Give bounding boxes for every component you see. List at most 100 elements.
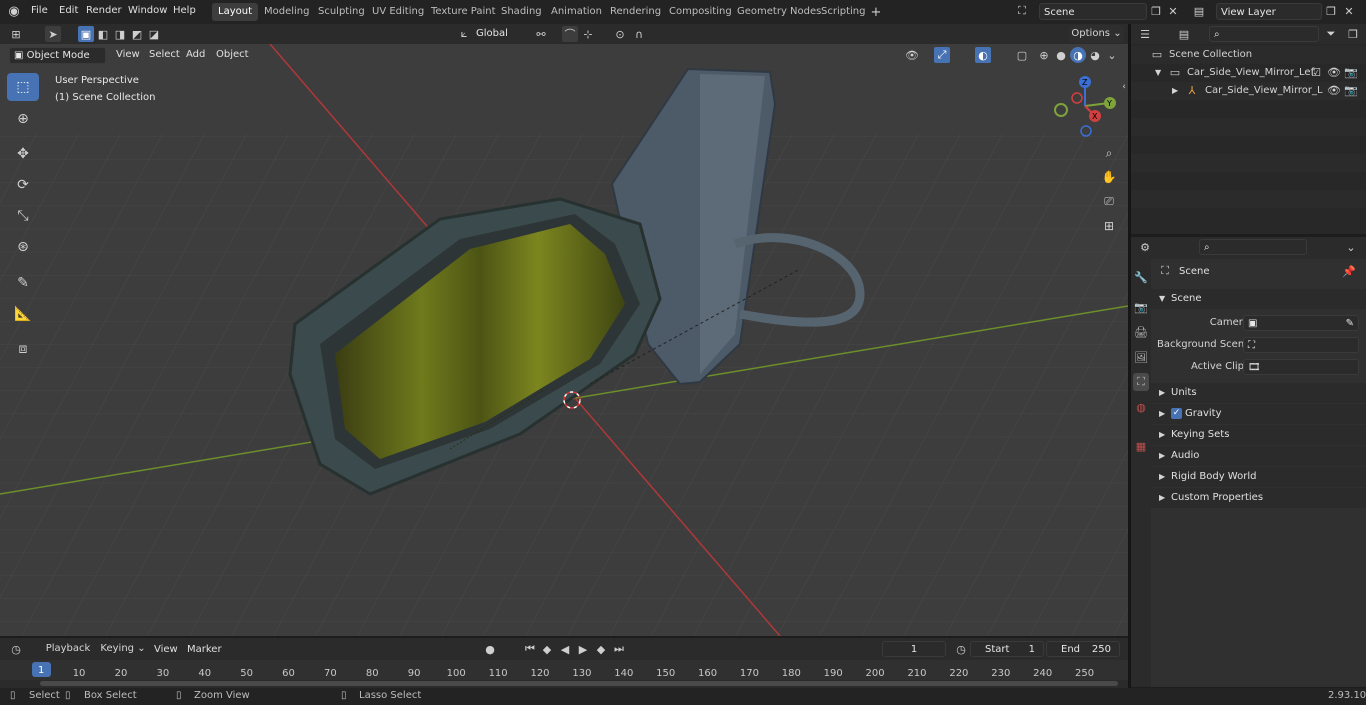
select-mode-subtract-icon[interactable]: ◨ <box>112 26 128 42</box>
jump-keyframe-back-icon[interactable]: ◆ <box>539 641 555 657</box>
tool-cursor-icon[interactable]: ⊕ <box>7 105 39 133</box>
select-mode-invert-icon[interactable]: ◩ <box>129 26 145 42</box>
viewport-menu-add[interactable]: Add <box>182 44 209 66</box>
collection-checkbox-icon[interactable]: ☑ <box>1308 65 1324 81</box>
timeline-marker-menu[interactable]: Marker <box>183 639 226 661</box>
world-properties-tab-icon[interactable]: ◍ <box>1133 398 1149 416</box>
navigation-gizmo[interactable]: Z Y X <box>1054 76 1116 137</box>
menu-render[interactable]: Render <box>82 0 126 22</box>
outliner-row-scene-collection[interactable]: ▭ Scene Collection <box>1131 46 1366 64</box>
viewport-menu-select[interactable]: Select <box>145 44 184 66</box>
outliner-row-object[interactable]: ▶ ⅄ Car_Side_View_Mirror_Le 👁 📷 <box>1131 82 1366 100</box>
jump-start-icon[interactable]: ⏮ <box>522 641 538 657</box>
select-mode-new-icon[interactable]: ▣ <box>78 26 94 42</box>
gizmo-toggle-icon[interactable]: ⤢ <box>934 47 950 63</box>
shading-wireframe-icon[interactable]: ⊕ <box>1036 47 1052 63</box>
tool-select-box-icon[interactable]: ⬚ <box>7 73 39 101</box>
proportional-edit-icon[interactable]: ⊙ <box>612 26 628 42</box>
tab-geometry-nodes[interactable]: Geometry Nodes <box>731 3 827 21</box>
remove-view-layer-icon[interactable]: ✕ <box>1341 3 1357 19</box>
rigid-body-panel-header[interactable]: ▶ Rigid Body World <box>1151 467 1366 487</box>
start-frame-field[interactable]: Start 1 <box>970 641 1044 657</box>
menu-help[interactable]: Help <box>169 0 200 22</box>
texture-properties-tab-icon[interactable]: ▦ <box>1133 437 1149 455</box>
perspective-toggle-icon[interactable]: ⊞ <box>1100 217 1118 235</box>
gizmo-neg-y-icon[interactable] <box>1054 103 1068 117</box>
new-view-layer-icon[interactable]: ❐ <box>1323 3 1339 19</box>
area-divider[interactable] <box>1128 24 1131 688</box>
tool-scale-icon[interactable]: ⤡ <box>7 202 39 230</box>
3d-viewport[interactable]: Z Y X ▣ Object Mode View Select Add Obje… <box>0 44 1128 636</box>
pivot-icon[interactable]: ⚯ <box>533 26 549 42</box>
properties-options-icon[interactable]: ⌄ <box>1343 239 1359 255</box>
overlay-toggle-icon[interactable]: ◐ <box>975 47 991 63</box>
timeline-editor-icon[interactable]: ◷ <box>8 641 24 657</box>
shading-rendered-icon[interactable]: ◕ <box>1087 47 1103 63</box>
play-icon[interactable]: ▶ <box>575 641 591 657</box>
options-button[interactable]: Options ⌄ <box>1069 25 1124 43</box>
sidebar-toggle-icon[interactable]: ‹ <box>1116 79 1128 95</box>
menu-file[interactable]: File <box>27 0 52 22</box>
tab-modeling[interactable]: Modeling <box>258 3 316 21</box>
gravity-panel-header[interactable]: ▶ ✓ Gravity <box>1151 404 1366 424</box>
jump-end-icon[interactable]: ⏭ <box>611 641 627 657</box>
viewport-menu-object[interactable]: Object <box>212 44 253 66</box>
custom-properties-panel-header[interactable]: ▶ Custom Properties <box>1151 488 1366 508</box>
timeline-scrollbar[interactable] <box>40 681 1118 686</box>
viewport-canvas[interactable]: Z Y X <box>0 44 1128 636</box>
scene-name-field[interactable]: Scene <box>1039 3 1147 20</box>
tab-uv-editing[interactable]: UV Editing <box>366 3 430 21</box>
object-render-icon[interactable]: 📷 <box>1343 83 1359 99</box>
select-tool-icon[interactable]: ➤ <box>45 26 61 42</box>
view-layer-properties-tab-icon[interactable]: 🖼 <box>1133 348 1149 366</box>
eyedropper-icon[interactable]: ✎ <box>1346 316 1354 332</box>
outliner-editor-icon[interactable]: ☰ <box>1137 26 1153 42</box>
object-visibility-icon[interactable]: 👁 <box>1326 83 1342 99</box>
units-panel-header[interactable]: ▶ Units <box>1151 383 1366 403</box>
tool-properties-tab-icon[interactable]: 🔧 <box>1133 268 1149 286</box>
gravity-checkbox[interactable]: ✓ <box>1171 408 1182 419</box>
remove-scene-icon[interactable]: ✕ <box>1165 3 1181 19</box>
add-workspace-icon[interactable]: + <box>868 4 884 20</box>
tool-rotate-icon[interactable]: ⟳ <box>7 171 39 199</box>
shading-material-icon[interactable]: ◑ <box>1070 47 1086 63</box>
audio-panel-header[interactable]: ▶ Audio <box>1151 446 1366 466</box>
visibility-icon[interactable]: 👁 <box>904 47 920 63</box>
snap-target-icon[interactable]: ⊹ <box>580 26 596 42</box>
orientation-dropdown[interactable]: Global <box>472 26 524 42</box>
collapse-arrow-icon[interactable]: ▶ <box>1172 82 1178 100</box>
tab-compositing[interactable]: Compositing <box>663 3 738 21</box>
blender-logo-icon[interactable]: ◉ <box>6 3 22 19</box>
timeline-view-menu[interactable]: View <box>150 639 182 661</box>
render-properties-tab-icon[interactable]: 📷 <box>1133 298 1149 316</box>
tool-annotate-icon[interactable]: ✎ <box>7 269 39 297</box>
current-frame-field[interactable]: 1 <box>882 641 946 657</box>
select-mode-extend-icon[interactable]: ◧ <box>95 26 111 42</box>
end-frame-field[interactable]: End 250 <box>1046 641 1120 657</box>
collection-visibility-icon[interactable]: 👁 <box>1326 65 1342 81</box>
tool-measure-icon[interactable]: 📐 <box>7 300 39 328</box>
background-scene-field[interactable]: ⛶ <box>1243 337 1359 353</box>
view-layer-icon[interactable]: ▤ <box>1191 3 1207 19</box>
scene-properties-tab-icon[interactable]: ⛶ <box>1133 373 1149 391</box>
scene-icon[interactable]: ⛶ <box>1014 3 1030 19</box>
scene-panel-header[interactable]: ▼ Scene <box>1151 289 1366 309</box>
viewport-menu-view[interactable]: View <box>112 44 144 66</box>
tab-shading[interactable]: Shading <box>495 3 548 21</box>
view-layer-field[interactable]: View Layer <box>1216 3 1322 20</box>
collection-render-icon[interactable]: 📷 <box>1343 65 1359 81</box>
properties-editor-icon[interactable]: ⚙ <box>1137 239 1153 255</box>
zoom-icon[interactable]: ⌕ <box>1100 144 1118 162</box>
tab-rendering[interactable]: Rendering <box>604 3 667 21</box>
editor-type-icon[interactable]: ⊞ <box>8 26 24 42</box>
gizmo-neg-x-icon[interactable] <box>1071 92 1083 104</box>
keying-menu[interactable]: Keying ⌄ <box>99 640 147 658</box>
outliner-display-mode-icon[interactable]: ▤ <box>1176 26 1192 42</box>
camera-view-icon[interactable]: ⎚ <box>1100 192 1118 210</box>
tool-add-cube-icon[interactable]: ⧈ <box>7 335 39 363</box>
snap-icon[interactable]: ⌒ <box>562 26 578 42</box>
playback-menu[interactable]: Playback ⌄ <box>40 640 96 672</box>
outliner-new-collection-icon[interactable]: ❐ <box>1345 26 1361 42</box>
tool-move-icon[interactable]: ✥ <box>7 140 39 168</box>
tab-layout[interactable]: Layout <box>212 3 258 21</box>
